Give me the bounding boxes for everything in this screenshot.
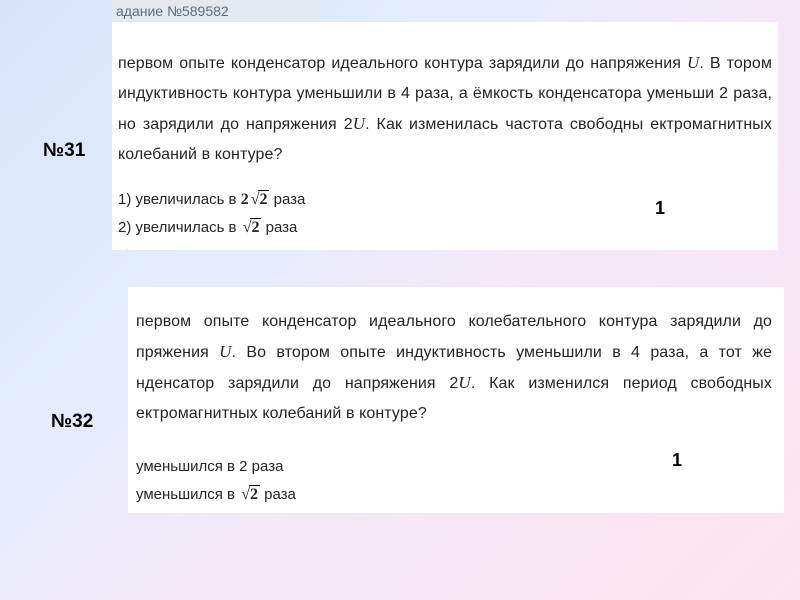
list-item: 1) увеличилась в 22 раза xyxy=(118,186,772,214)
problem-card-32: первом опыте конденсатор идеального коле… xyxy=(128,287,784,513)
problem-card-31: первом опыте конденсатор идеального конт… xyxy=(112,22,778,250)
problem-31-question: первом опыте конденсатор идеального конт… xyxy=(118,48,772,170)
list-item: увеличился в 2 раза xyxy=(136,509,772,513)
problem-31-score: 1 xyxy=(655,198,665,219)
problem-number-32: №32 xyxy=(51,411,93,433)
problem-31-options: 1) увеличилась в 22 раза 2) увеличилась … xyxy=(118,186,772,250)
problem-32-score: 1 xyxy=(672,450,682,471)
list-item: 2) увеличилась в 2 раза xyxy=(118,214,772,242)
list-item: уменьшился в 2 раза xyxy=(136,481,772,509)
problem-number-31: №31 xyxy=(43,140,85,162)
task-id-header: адание №589582 xyxy=(112,0,320,22)
list-item: 3) уменьши xyxy=(118,242,772,250)
problem-32-question: первом опыте конденсатор идеального коле… xyxy=(136,307,772,429)
